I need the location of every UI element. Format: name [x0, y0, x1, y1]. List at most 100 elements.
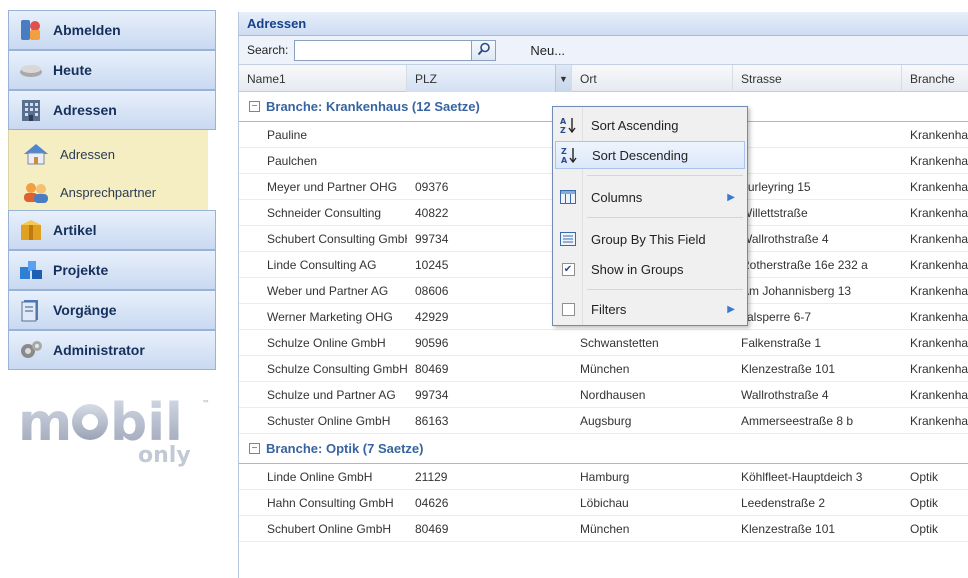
nav-projekte[interactable]: Projekte	[8, 250, 216, 290]
cell-strasse: Ammerseestraße 8 b	[741, 414, 854, 428]
nav-artikel[interactable]: Artikel	[8, 210, 216, 250]
sort-descending-icon: ZA	[556, 146, 582, 164]
nav-administrator[interactable]: Administrator	[8, 330, 216, 370]
svg-text:Z: Z	[561, 147, 567, 156]
cell-strasse: Leedenstraße 2	[741, 496, 826, 510]
nav-vorgaenge[interactable]: Vorgänge	[8, 290, 216, 330]
nav-heute[interactable]: Heute	[8, 50, 216, 90]
menu-sort-descending[interactable]: ZA Sort Descending	[555, 141, 745, 169]
table-row[interactable]: Schulze und Partner AG 99734 Nordhausen …	[239, 382, 968, 408]
svg-text:only: only	[138, 443, 191, 468]
cell-ort: Löbichau	[580, 496, 629, 510]
cell-name1: Schuster Online GmbH	[267, 414, 391, 428]
table-row[interactable]: Hahn Consulting GmbH 04626 Löbichau Leed…	[239, 490, 968, 516]
new-button[interactable]: Neu...	[530, 43, 565, 58]
search-button[interactable]	[472, 39, 497, 61]
cell-ort: Schwanstetten	[580, 336, 659, 350]
svg-text:A: A	[560, 117, 567, 126]
cell-plz	[387, 148, 557, 174]
cell-ort: Augsburg	[580, 414, 632, 428]
gears-icon	[17, 336, 45, 364]
panel-title: Adressen	[247, 16, 307, 31]
cell-name1: Schulze Consulting GmbH	[267, 362, 407, 376]
cell-name1: Schubert Consulting GmbH	[267, 232, 407, 246]
cell-ort: Nordhausen	[580, 388, 646, 402]
collapse-icon[interactable]: −	[249, 443, 260, 454]
cell-branche: Optik	[910, 470, 939, 484]
cell-plz: 99734	[415, 388, 449, 402]
subnav-ansprechpartner[interactable]: Ansprechpartner	[8, 174, 208, 210]
cell-strasse: Klenzestraße 101	[741, 362, 836, 376]
cell-branche: Optik	[910, 522, 939, 536]
today-icon	[17, 56, 45, 84]
cell-branche: Krankenhaus	[910, 362, 968, 376]
cell-name1: Schneider Consulting	[267, 206, 382, 220]
cell-name1: Pauline	[267, 128, 308, 142]
sidebar: Abmelden Heute Adressen Adressen Ansprec…	[0, 0, 218, 578]
cell-plz: 42929	[415, 310, 449, 324]
cell-branche: Krankenhaus	[910, 388, 968, 402]
filters-checkbox[interactable]	[561, 302, 575, 316]
toolbar: Search: Neu...	[239, 36, 968, 65]
sort-ascending-icon: AZ	[555, 116, 581, 134]
cell-plz: 08606	[415, 284, 449, 298]
column-header-strasse[interactable]: Strasse	[733, 65, 902, 92]
show-in-groups-checkbox[interactable]: ✔	[561, 262, 575, 276]
submenu-arrow-icon: ▶	[727, 303, 735, 315]
svg-text:Z: Z	[560, 126, 566, 134]
menu-separator	[587, 217, 743, 218]
cell-name1: Meyer und Partner OHG	[267, 180, 398, 194]
contacts-icon	[20, 180, 52, 204]
column-header-name1[interactable]: Name1	[239, 65, 407, 92]
search-label: Search:	[247, 43, 289, 57]
cell-name1: Schulze und Partner AG	[267, 388, 396, 402]
cell-plz: 04626	[415, 496, 449, 510]
cell-branche: Optik	[910, 496, 939, 510]
nav-abmelden[interactable]: Abmelden	[8, 10, 216, 50]
table-row[interactable]: Schuster Online GmbH 86163 Augsburg Amme…	[239, 408, 968, 434]
building-icon	[17, 96, 45, 124]
column-header-branche[interactable]: Branche	[902, 65, 968, 92]
cell-plz: 40822	[415, 206, 449, 220]
svg-text:A: A	[561, 156, 568, 164]
table-row[interactable]: Schubert Online GmbH 80469 München Klenz…	[239, 516, 968, 542]
cell-name1: Linde Online GmbH	[267, 470, 373, 484]
search-input[interactable]	[294, 39, 473, 61]
files-icon	[17, 296, 45, 324]
cell-strasse: Klenzestraße 101	[741, 522, 836, 536]
menu-separator	[587, 175, 743, 176]
menu-filters[interactable]: Filters ▶	[555, 295, 745, 323]
logout-icon	[17, 16, 45, 44]
column-header-plz[interactable]: PLZ ▼	[407, 65, 572, 92]
search-icon	[477, 42, 491, 59]
cell-branche: Krankenhaus	[910, 154, 968, 168]
chevron-down-icon: ▼	[559, 73, 568, 84]
column-context-menu: AZ Sort Ascending ZA Sort Descending Col…	[552, 106, 748, 326]
cell-strasse: Falkenstraße 1	[741, 336, 822, 350]
grid-header: Name1 PLZ ▼ Ort Strasse Branche	[239, 65, 968, 92]
cell-branche: Krankenhaus	[910, 258, 968, 272]
menu-sort-ascending[interactable]: AZ Sort Ascending	[555, 111, 745, 139]
projects-icon	[17, 256, 45, 284]
table-row[interactable]: Schulze Consulting GmbH 80469 München Kl…	[239, 356, 968, 382]
menu-show-in-groups[interactable]: ✔ Show in Groups	[555, 255, 745, 283]
nav-adressen[interactable]: Adressen	[8, 90, 216, 130]
column-header-ort[interactable]: Ort	[572, 65, 733, 92]
cell-ort: München	[580, 522, 630, 536]
group-by-icon	[555, 232, 581, 246]
group-header[interactable]: − Branche: Optik (7 Saetze)	[239, 434, 968, 464]
collapse-icon[interactable]: −	[249, 101, 260, 112]
cell-ort: Hamburg	[580, 470, 630, 484]
table-row[interactable]: Linde Online GmbH 21129 Hamburg Köhlflee…	[239, 464, 968, 490]
cell-name1: Schubert Online GmbH	[267, 522, 392, 536]
subnav-adressen[interactable]: Adressen	[8, 136, 208, 172]
cell-plz: 90596	[415, 336, 449, 350]
table-row[interactable]: Schulze Online GmbH 90596 Schwanstetten …	[239, 330, 968, 356]
menu-group-by-field[interactable]: Group By This Field	[555, 225, 745, 253]
menu-columns[interactable]: Columns ▶	[555, 183, 745, 211]
column-menu-trigger[interactable]: ▼	[555, 65, 571, 92]
cell-plz: 09376	[415, 180, 449, 194]
svg-text:m: m	[18, 393, 72, 453]
cell-name1: Weber und Partner AG	[267, 284, 389, 298]
cell-plz: 80469	[415, 522, 449, 536]
